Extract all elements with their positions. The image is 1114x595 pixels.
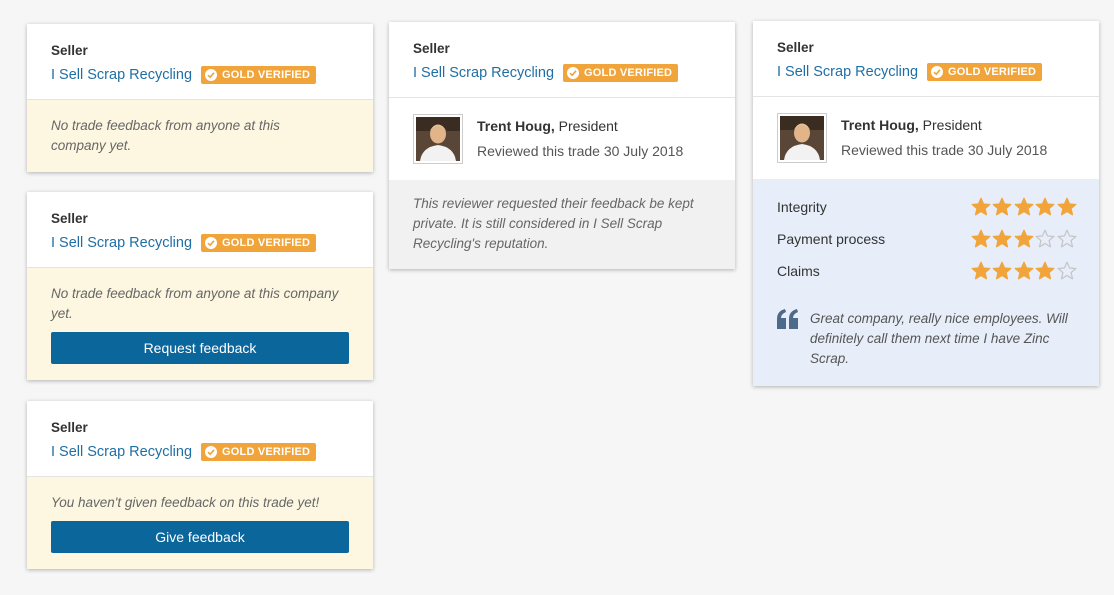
rating-row: Payment process — [777, 223, 1077, 255]
star-filled-icon — [992, 197, 1012, 216]
star-rating — [969, 261, 1077, 281]
ratings-body: Integrity Payment process Claims Great c… — [753, 179, 1099, 386]
check-icon — [567, 67, 580, 79]
star-filled-icon — [1036, 261, 1055, 280]
badge-text: GOLD VERIFIED — [948, 66, 1037, 78]
check-icon — [205, 237, 218, 249]
star-filled-icon — [992, 261, 1012, 280]
star-filled-icon — [971, 197, 991, 216]
avatar — [777, 113, 827, 163]
star-empty-icon — [1057, 261, 1077, 280]
avatar — [413, 114, 463, 164]
seller-card-request-feedback: Seller I Sell Scrap Recycling GOLD VERIF… — [27, 192, 373, 380]
seller-label: Seller — [51, 211, 88, 226]
reviewed-date: Reviewed this trade 30 July 2018 — [477, 143, 684, 159]
rating-label: Payment process — [777, 231, 886, 247]
request-feedback-button[interactable]: Request feedback — [51, 332, 349, 364]
seller-card-no-feedback: Seller I Sell Scrap Recycling GOLD VERIF… — [27, 24, 373, 172]
private-feedback-body: This reviewer requested their feedback b… — [389, 180, 735, 269]
reviewer-name: Trent Houg, — [477, 118, 555, 134]
reviewer-title: President — [558, 118, 618, 134]
no-feedback-message: No trade feedback from anyone at this co… — [51, 118, 280, 153]
company-link[interactable]: I Sell Scrap Recycling — [51, 443, 192, 461]
company-link[interactable]: I Sell Scrap Recycling — [413, 64, 554, 82]
seller-label: Seller — [413, 41, 450, 56]
company-link[interactable]: I Sell Scrap Recycling — [51, 234, 192, 252]
seller-card-give-feedback: Seller I Sell Scrap Recycling GOLD VERIF… — [27, 401, 373, 569]
seller-label: Seller — [51, 420, 88, 435]
feedback-body: You haven't given feedback on this trade… — [27, 477, 373, 569]
company-link[interactable]: I Sell Scrap Recycling — [777, 63, 918, 81]
star-empty-icon — [1036, 229, 1055, 248]
star-rating — [969, 197, 1077, 217]
badge-text: GOLD VERIFIED — [222, 446, 311, 458]
not-given-feedback-message: You haven't given feedback on this trade… — [51, 495, 320, 510]
badge-text: GOLD VERIFIED — [584, 67, 673, 79]
star-filled-icon — [971, 229, 991, 248]
feedback-body: No trade feedback from anyone at this co… — [27, 100, 373, 172]
star-empty-icon — [1057, 229, 1077, 248]
check-icon — [205, 446, 218, 458]
no-feedback-message: No trade feedback from anyone at this co… — [51, 286, 339, 321]
seller-label: Seller — [777, 40, 814, 55]
gold-verified-badge: GOLD VERIFIED — [927, 63, 1043, 81]
private-feedback-message: This reviewer requested their feedback b… — [413, 196, 694, 251]
check-icon — [205, 69, 218, 81]
reviewer-name: Trent Houg, — [841, 117, 919, 133]
rating-label: Integrity — [777, 199, 827, 215]
rating-row: Claims — [777, 255, 1077, 287]
seller-card-private-feedback: Seller I Sell Scrap Recycling GOLD VERIF… — [389, 22, 735, 269]
gold-verified-badge: GOLD VERIFIED — [201, 443, 317, 461]
gold-verified-badge: GOLD VERIFIED — [563, 64, 679, 82]
reviewer-block: Trent Houg, President Reviewed this trad… — [753, 97, 1099, 179]
seller-header: Seller I Sell Scrap Recycling GOLD VERIF… — [389, 22, 735, 98]
seller-header: Seller I Sell Scrap Recycling GOLD VERIF… — [27, 192, 373, 268]
star-filled-icon — [1036, 197, 1055, 216]
check-icon — [931, 66, 944, 78]
star-rating — [969, 229, 1077, 249]
seller-label: Seller — [51, 43, 88, 58]
give-feedback-button[interactable]: Give feedback — [51, 521, 349, 553]
company-link[interactable]: I Sell Scrap Recycling — [51, 66, 192, 84]
gold-verified-badge: GOLD VERIFIED — [201, 234, 317, 252]
star-filled-icon — [971, 261, 991, 280]
reviewer-title: President — [922, 117, 982, 133]
star-filled-icon — [1014, 229, 1034, 248]
star-filled-icon — [1014, 197, 1034, 216]
badge-text: GOLD VERIFIED — [222, 237, 311, 249]
star-filled-icon — [992, 229, 1012, 248]
reviewed-date: Reviewed this trade 30 July 2018 — [841, 142, 1048, 158]
badge-text: GOLD VERIFIED — [222, 69, 311, 81]
rating-row: Integrity — [777, 191, 1077, 223]
seller-card-ratings: Seller I Sell Scrap Recycling GOLD VERIF… — [753, 21, 1099, 386]
review-quote: Great company, really nice employees. Wi… — [777, 309, 1077, 369]
seller-header: Seller I Sell Scrap Recycling GOLD VERIF… — [27, 401, 373, 477]
star-filled-icon — [1057, 197, 1077, 216]
star-filled-icon — [1014, 261, 1034, 280]
quote-icon — [777, 309, 799, 369]
rating-label: Claims — [777, 263, 820, 279]
seller-header: Seller I Sell Scrap Recycling GOLD VERIF… — [27, 24, 373, 100]
feedback-body: No trade feedback from anyone at this co… — [27, 268, 373, 380]
gold-verified-badge: GOLD VERIFIED — [201, 66, 317, 84]
review-text: Great company, really nice employees. Wi… — [810, 311, 1068, 366]
reviewer-block: Trent Houg, President Reviewed this trad… — [389, 98, 735, 180]
seller-header: Seller I Sell Scrap Recycling GOLD VERIF… — [753, 21, 1099, 97]
